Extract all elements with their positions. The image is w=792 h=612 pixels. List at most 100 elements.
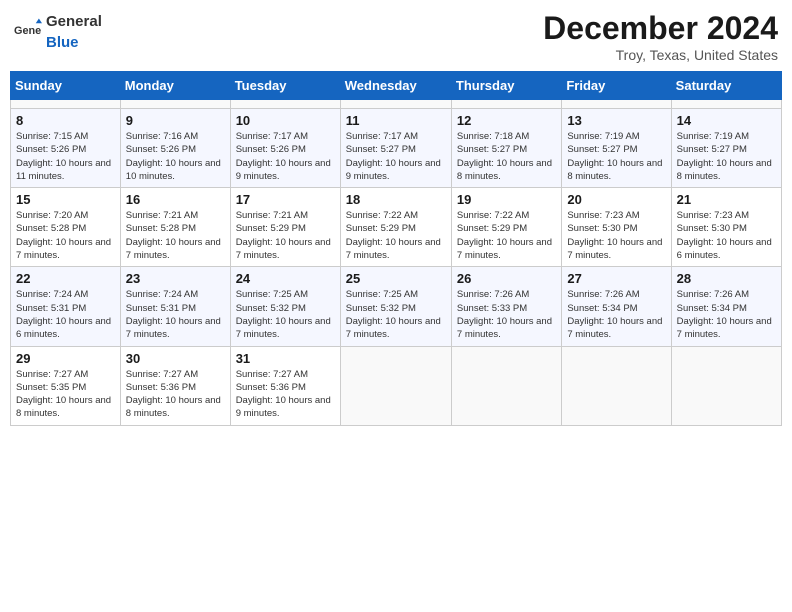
day-number: 10 (236, 113, 335, 128)
calendar-week-2: 8 Sunrise: 7:15 AMSunset: 5:26 PMDaylight… (11, 109, 782, 188)
day-info: Sunrise: 7:25 AMSunset: 5:32 PMDaylight:… (236, 289, 331, 340)
calendar-cell: 16 Sunrise: 7:21 AMSunset: 5:28 PMDayligh… (120, 188, 230, 267)
day-number: 28 (677, 271, 776, 286)
calendar-cell: 22 Sunrise: 7:24 AMSunset: 5:31 PMDayligh… (11, 267, 121, 346)
logo-blue: Blue (46, 34, 79, 51)
day-number: 14 (677, 113, 776, 128)
calendar-cell: 15 Sunrise: 7:20 AMSunset: 5:28 PMDayligh… (11, 188, 121, 267)
day-info: Sunrise: 7:24 AMSunset: 5:31 PMDaylight:… (126, 289, 221, 340)
calendar-cell: 17 Sunrise: 7:21 AMSunset: 5:29 PMDayligh… (230, 188, 340, 267)
day-info: Sunrise: 7:26 AMSunset: 5:34 PMDaylight:… (567, 289, 662, 340)
column-header-thursday: Thursday (451, 72, 561, 100)
calendar-cell (340, 100, 451, 109)
day-number: 27 (567, 271, 665, 286)
day-info: Sunrise: 7:21 AMSunset: 5:28 PMDaylight:… (126, 210, 221, 261)
day-number: 23 (126, 271, 225, 286)
calendar-header-row: SundayMondayTuesdayWednesdayThursdayFrid… (11, 72, 782, 100)
day-info: Sunrise: 7:27 AMSunset: 5:36 PMDaylight:… (126, 369, 221, 420)
day-number: 8 (16, 113, 115, 128)
day-number: 17 (236, 192, 335, 207)
calendar-cell: 19 Sunrise: 7:22 AMSunset: 5:29 PMDayligh… (451, 188, 561, 267)
day-info: Sunrise: 7:23 AMSunset: 5:30 PMDaylight:… (567, 210, 662, 261)
day-number: 29 (16, 351, 115, 366)
calendar-cell: 31 Sunrise: 7:27 AMSunset: 5:36 PMDayligh… (230, 346, 340, 425)
calendar-week-1 (11, 100, 782, 109)
calendar-cell: 24Sunrise: 7:25 AMSunset: 5:32 PMDayligh… (230, 267, 340, 346)
day-number: 31 (236, 351, 335, 366)
logo: General General Blue (14, 10, 102, 52)
day-info: Sunrise: 7:18 AMSunset: 5:27 PMDaylight:… (457, 131, 552, 182)
day-info: Sunrise: 7:19 AMSunset: 5:27 PMDaylight:… (677, 131, 772, 182)
calendar-cell: 21 Sunrise: 7:23 AMSunset: 5:30 PMDayligh… (671, 188, 781, 267)
day-info: Sunrise: 7:21 AMSunset: 5:29 PMDaylight:… (236, 210, 331, 261)
header: General General Blue December 2024 Troy,… (10, 10, 782, 63)
day-info: Sunrise: 7:16 AMSunset: 5:26 PMDaylight:… (126, 131, 221, 182)
location-title: Troy, Texas, United States (543, 47, 778, 63)
calendar-cell (671, 100, 781, 109)
day-info: Sunrise: 7:27 AMSunset: 5:35 PMDaylight:… (16, 369, 111, 420)
column-header-sunday: Sunday (11, 72, 121, 100)
column-header-monday: Monday (120, 72, 230, 100)
calendar-cell: 10 Sunrise: 7:17 AMSunset: 5:26 PMDayligh… (230, 109, 340, 188)
calendar-cell (451, 346, 561, 425)
logo-general: General (46, 13, 102, 30)
calendar-week-4: 22 Sunrise: 7:24 AMSunset: 5:31 PMDayligh… (11, 267, 782, 346)
calendar-cell: 13 Sunrise: 7:19 AMSunset: 5:27 PMDayligh… (562, 109, 671, 188)
day-number: 20 (567, 192, 665, 207)
day-info: Sunrise: 7:15 AMSunset: 5:26 PMDaylight:… (16, 131, 111, 182)
day-info: Sunrise: 7:17 AMSunset: 5:26 PMDaylight:… (236, 131, 331, 182)
day-info: Sunrise: 7:26 AMSunset: 5:33 PMDaylight:… (457, 289, 552, 340)
calendar-cell: 29 Sunrise: 7:27 AMSunset: 5:35 PMDayligh… (11, 346, 121, 425)
calendar-cell (11, 100, 121, 109)
calendar-cell (562, 346, 671, 425)
day-info: Sunrise: 7:22 AMSunset: 5:29 PMDaylight:… (457, 210, 552, 261)
day-number: 30 (126, 351, 225, 366)
day-number: 26 (457, 271, 556, 286)
calendar-cell (451, 100, 561, 109)
calendar-cell: 27 Sunrise: 7:26 AMSunset: 5:34 PMDayligh… (562, 267, 671, 346)
calendar-cell: 26 Sunrise: 7:26 AMSunset: 5:33 PMDayligh… (451, 267, 561, 346)
day-number: 21 (677, 192, 776, 207)
day-number: 16 (126, 192, 225, 207)
calendar-cell: 28 Sunrise: 7:26 AMSunset: 5:34 PMDayligh… (671, 267, 781, 346)
calendar-week-3: 15 Sunrise: 7:20 AMSunset: 5:28 PMDayligh… (11, 188, 782, 267)
calendar-cell: 9 Sunrise: 7:16 AMSunset: 5:26 PMDaylight… (120, 109, 230, 188)
calendar-cell: 23 Sunrise: 7:24 AMSunset: 5:31 PMDayligh… (120, 267, 230, 346)
day-info: Sunrise: 7:23 AMSunset: 5:30 PMDaylight:… (677, 210, 772, 261)
day-number: 12 (457, 113, 556, 128)
calendar-cell: 11 Sunrise: 7:17 AMSunset: 5:27 PMDayligh… (340, 109, 451, 188)
day-number: 19 (457, 192, 556, 207)
day-number: 11 (346, 113, 446, 128)
calendar-cell (120, 100, 230, 109)
column-header-tuesday: Tuesday (230, 72, 340, 100)
day-number: 25 (346, 271, 446, 286)
day-info: Sunrise: 7:17 AMSunset: 5:27 PMDaylight:… (346, 131, 441, 182)
calendar-cell: 14 Sunrise: 7:19 AMSunset: 5:27 PMDayligh… (671, 109, 781, 188)
day-number: 22 (16, 271, 115, 286)
calendar-cell: 8 Sunrise: 7:15 AMSunset: 5:26 PMDaylight… (11, 109, 121, 188)
calendar-cell (340, 346, 451, 425)
calendar-cell: 20 Sunrise: 7:23 AMSunset: 5:30 PMDayligh… (562, 188, 671, 267)
day-number: 13 (567, 113, 665, 128)
column-header-friday: Friday (562, 72, 671, 100)
day-number: 9 (126, 113, 225, 128)
day-info: Sunrise: 7:24 AMSunset: 5:31 PMDaylight:… (16, 289, 111, 340)
calendar-cell: 30 Sunrise: 7:27 AMSunset: 5:36 PMDayligh… (120, 346, 230, 425)
column-header-saturday: Saturday (671, 72, 781, 100)
calendar-cell: 25 Sunrise: 7:25 AMSunset: 5:32 PMDayligh… (340, 267, 451, 346)
svg-text:General: General (14, 25, 42, 37)
day-info: Sunrise: 7:20 AMSunset: 5:28 PMDaylight:… (16, 210, 111, 261)
day-info: Sunrise: 7:26 AMSunset: 5:34 PMDaylight:… (677, 289, 772, 340)
day-number: 15 (16, 192, 115, 207)
month-title: December 2024 (543, 10, 778, 47)
day-info: Sunrise: 7:25 AMSunset: 5:32 PMDaylight:… (346, 289, 441, 340)
day-info: Sunrise: 7:22 AMSunset: 5:29 PMDaylight:… (346, 210, 441, 261)
calendar-week-5: 29 Sunrise: 7:27 AMSunset: 5:35 PMDayligh… (11, 346, 782, 425)
calendar-cell (230, 100, 340, 109)
day-info: Sunrise: 7:27 AMSunset: 5:36 PMDaylight:… (236, 369, 331, 420)
title-area: December 2024 Troy, Texas, United States (543, 10, 778, 63)
calendar: SundayMondayTuesdayWednesdayThursdayFrid… (10, 71, 782, 426)
day-info: Sunrise: 7:19 AMSunset: 5:27 PMDaylight:… (567, 131, 662, 182)
calendar-cell: 12 Sunrise: 7:18 AMSunset: 5:27 PMDayligh… (451, 109, 561, 188)
logo-icon: General (14, 17, 42, 45)
